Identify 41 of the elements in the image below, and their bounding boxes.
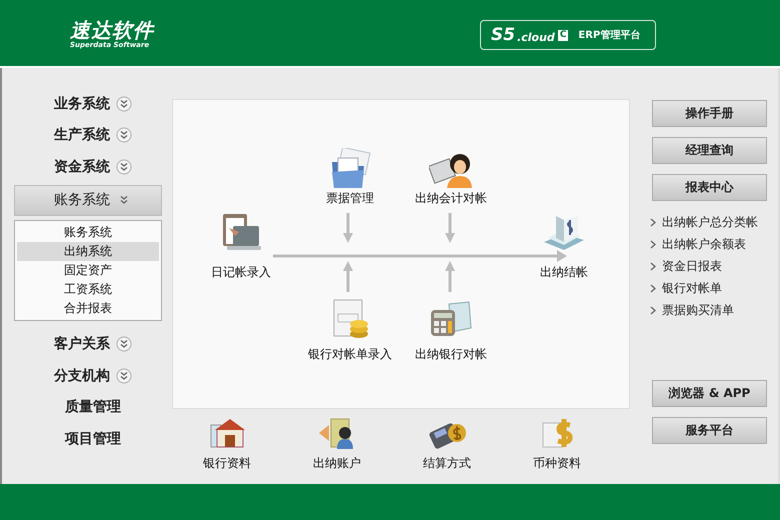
platform-name: ERP管理平台 [578, 28, 640, 42]
side-button[interactable]: 操作手册 [652, 100, 767, 127]
side-button[interactable]: 浏览器 & APP [652, 380, 767, 407]
product-mark: C [558, 30, 568, 40]
submenu-item[interactable]: 账务系统 [17, 222, 159, 242]
chevron-icon [650, 284, 656, 292]
chevron-icon [650, 262, 656, 270]
submenu-item[interactable]: 出纳系统 [17, 242, 159, 260]
report-link[interactable]: 出纳帐户余额表 [650, 235, 778, 253]
sidebar-item[interactable]: 资金系统 [14, 151, 162, 182]
submenu-item[interactable]: 固定资产 [17, 260, 159, 280]
sidebar-item[interactable]: 账务系统 [14, 184, 162, 216]
sidebar-item[interactable]: 项目管理 [14, 423, 162, 454]
flow-arrow [445, 213, 455, 243]
sidebar-item[interactable]: 生产系统 [14, 120, 162, 151]
report-link[interactable]: 票据购买清单 [650, 301, 778, 319]
flow-node-label[interactable]: 日记帐录入 [181, 264, 301, 281]
sidebar-item[interactable]: 客户关系 [14, 328, 162, 360]
sidebar-item[interactable]: 业务系统 [14, 88, 162, 120]
flow-arrow [343, 213, 353, 243]
report-link[interactable]: 出纳帐户总分类帐 [650, 213, 778, 231]
chevron-icon [650, 240, 656, 248]
chevron-icon [650, 218, 656, 226]
flow-node-label[interactable]: 出纳结帐 [504, 264, 624, 281]
chevron-icon [650, 306, 656, 314]
submenu-item[interactable]: 合并报表 [17, 298, 159, 318]
shortcut-button[interactable]: 出纳账户 [287, 417, 387, 472]
side-button[interactable]: 报表中心 [652, 174, 767, 201]
logo-title: 速达软件 [70, 18, 154, 40]
side-button[interactable]: 服务平台 [652, 417, 767, 444]
product-name: S5 [491, 25, 516, 45]
side-button[interactable]: 经理查询 [652, 137, 767, 164]
shortcut-button[interactable]: 银行资料 [177, 417, 277, 472]
sidebar-item[interactable]: 分支机构 [14, 360, 162, 392]
submenu-item[interactable]: 工资系统 [17, 280, 159, 298]
shortcut-button[interactable]: 币种资料 [507, 417, 607, 472]
sidebar-item[interactable]: 质量管理 [14, 392, 162, 423]
shortcut-button[interactable]: 结算方式 [397, 417, 497, 472]
report-link[interactable]: 银行对帐单 [650, 279, 778, 297]
report-link[interactable]: 资金日报表 [650, 257, 778, 275]
product-suffix: .cloud [517, 30, 555, 44]
